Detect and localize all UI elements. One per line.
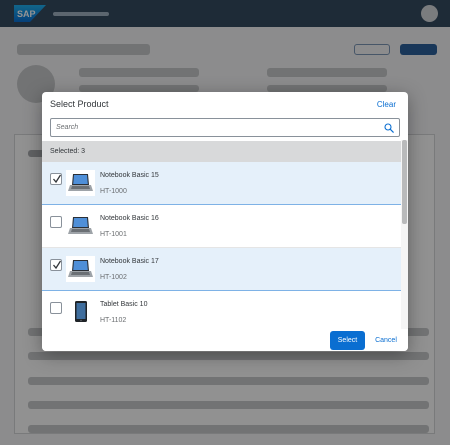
dialog-title: Select Product xyxy=(50,99,109,109)
item-title: Notebook Basic 17 xyxy=(100,258,159,265)
select-button[interactable]: Select xyxy=(330,331,365,350)
cancel-button[interactable]: Cancel xyxy=(369,331,403,350)
laptop-icon xyxy=(66,213,95,239)
select-product-dialog: Select Product Clear Search Selected: 3 xyxy=(42,92,408,351)
list-item[interactable]: Notebook Basic 17 HT-1002 xyxy=(42,248,401,291)
search-icon[interactable] xyxy=(384,123,394,133)
check-icon xyxy=(53,174,62,184)
item-id: HT-1001 xyxy=(100,231,127,238)
list-item[interactable]: Tablet Basic 10 HT-1102 xyxy=(42,291,401,329)
dialog-header: Select Product Clear xyxy=(42,92,408,118)
search-input[interactable]: Search xyxy=(50,118,400,137)
item-id: HT-1002 xyxy=(100,274,127,281)
list-item[interactable]: Notebook Basic 16 HT-1001 xyxy=(42,205,401,248)
item-checkbox[interactable] xyxy=(50,173,62,185)
item-checkbox[interactable] xyxy=(50,216,62,228)
item-title: Notebook Basic 15 xyxy=(100,172,159,179)
search-placeholder: Search xyxy=(56,124,79,131)
laptop-icon xyxy=(66,256,95,282)
product-list: Notebook Basic 15 HT-1000 Notebook Basic… xyxy=(42,162,408,329)
item-id: HT-1000 xyxy=(100,188,127,195)
selection-info-bar: Selected: 3 xyxy=(42,141,408,162)
list-item[interactable]: Notebook Basic 15 HT-1000 xyxy=(42,162,401,205)
list-scrollbar-thumb[interactable] xyxy=(402,140,407,224)
tablet-icon xyxy=(66,299,95,325)
item-id: HT-1102 xyxy=(100,317,127,324)
item-title: Tablet Basic 10 xyxy=(100,301,148,308)
item-checkbox[interactable] xyxy=(50,259,62,271)
check-icon xyxy=(53,260,62,270)
item-checkbox[interactable] xyxy=(50,302,62,314)
selected-count: Selected: 3 xyxy=(50,148,86,155)
clear-link[interactable]: Clear xyxy=(377,100,396,109)
item-title: Notebook Basic 16 xyxy=(100,215,159,222)
laptop-icon xyxy=(66,170,95,196)
